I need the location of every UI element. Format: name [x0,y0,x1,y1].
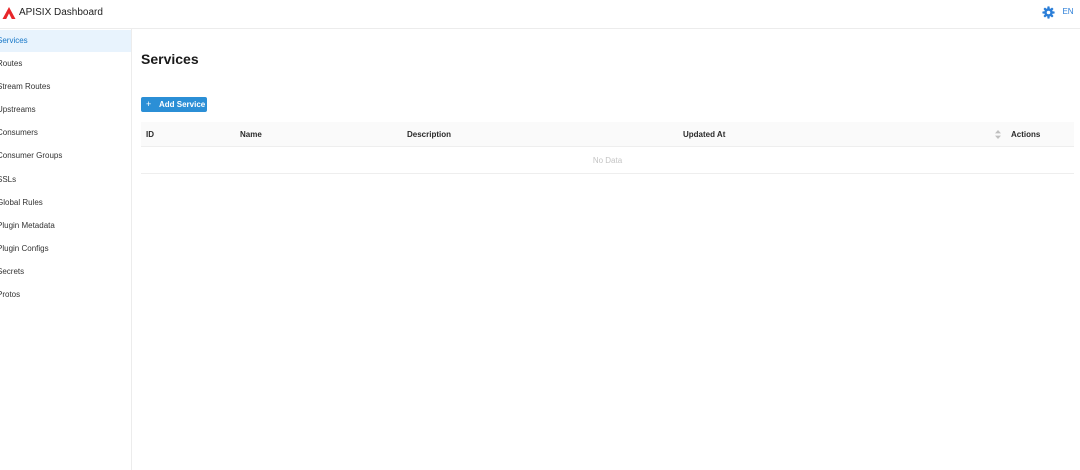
column-header-actions: Actions [1011,130,1041,139]
column-header-description: Description [407,130,452,139]
page-title: Services [141,51,199,67]
sidebar-item-label: Consumers [0,128,38,137]
apisix-logo-icon [2,7,16,19]
sidebar-item-ssls[interactable]: SSLs [0,169,131,191]
column-header-updated-at[interactable]: Updated At [683,122,725,147]
sidebar-item-consumers[interactable]: Consumers [0,122,131,144]
sidebar-item-label: Upstreams [0,105,36,114]
sidebar-item-label: SSLs [0,175,17,184]
add-service-button[interactable]: + Add Service [141,97,207,112]
sidebar-item-routes[interactable]: Routes [0,53,131,75]
plus-icon: + [146,99,152,109]
sidebar-nav: Services Routes Stream Routes Upstreams … [0,29,132,470]
sidebar-item-consumer-groups[interactable]: Consumer Groups [0,145,131,167]
sidebar-item-plugin-configs[interactable]: Plugin Configs [0,238,131,260]
top-header: APISIX Dashboard EN [0,0,1080,29]
sidebar-item-global-rules[interactable]: Global Rules [0,192,131,214]
sidebar-item-label: Plugin Configs [0,244,49,253]
column-header-name: Name [240,130,262,139]
sidebar-item-label: Plugin Metadata [0,221,55,230]
sidebar-item-label: Secrets [0,267,25,276]
services-table-body: No Data [141,148,1074,174]
language-switch-button[interactable]: EN [1060,5,1076,19]
sidebar-item-label: Consumer Groups [0,151,63,160]
sidebar-item-label: Services [0,36,28,45]
sort-icon[interactable] [995,130,1001,139]
add-service-label: Add Service [159,100,206,109]
gear-icon[interactable] [1042,6,1055,19]
sidebar-item-label: Protos [0,290,21,299]
sidebar-item-stream-routes[interactable]: Stream Routes [0,76,131,98]
sidebar-item-plugin-metadata[interactable]: Plugin Metadata [0,215,131,237]
sidebar-item-label: Stream Routes [0,82,51,91]
sidebar-item-protos[interactable]: Protos [0,284,131,306]
app-title: APISIX Dashboard [19,7,103,18]
empty-state-text: No Data [592,156,623,165]
sidebar-item-secrets[interactable]: Secrets [0,261,131,283]
sidebar-item-upstreams[interactable]: Upstreams [0,99,131,121]
services-table-header: ID Name Description Updated At Actions [141,122,1074,147]
sidebar-item-services[interactable]: Services [0,30,131,52]
sidebar-item-label: Global Rules [0,198,43,207]
column-header-id: ID [146,130,154,139]
sidebar-item-label: Routes [0,59,23,68]
